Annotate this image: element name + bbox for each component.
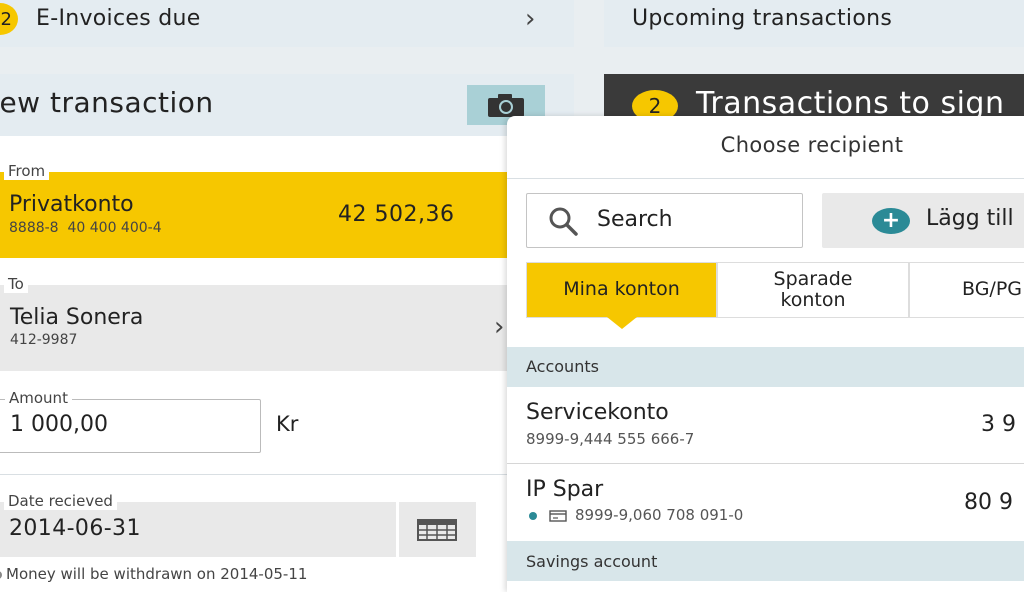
plus-icon: + [872, 208, 910, 234]
tab-pointer [607, 317, 637, 329]
chevron-right-icon: › [525, 4, 536, 34]
add-recipient-label: Lägg till [926, 206, 1014, 231]
section-accounts: Accounts [507, 347, 1024, 387]
amount-label: Amount [5, 389, 72, 407]
page-title: New transaction [0, 86, 214, 119]
search-icon [549, 207, 578, 236]
from-account-number: 8888-8 40 400 400-4 [9, 220, 162, 236]
amount-value: 1 000,00 [10, 412, 108, 437]
account-number: 8999-9,060 708 091-0 [575, 506, 744, 524]
account-amount: 80 9 [964, 490, 1013, 515]
from-label: From [4, 162, 50, 180]
account-amount: 3 9 [981, 412, 1016, 437]
date-label: Date recieved [4, 492, 117, 510]
from-account-name: Privatkonto [9, 192, 134, 217]
calendar-button[interactable] [399, 502, 476, 557]
form-divider [0, 474, 520, 475]
section-savings: Savings account [507, 541, 1024, 581]
add-recipient-button[interactable]: + Lägg till [822, 193, 1024, 248]
list-item-account[interactable]: IP Spar 8999-9,060 708 091-0 80 9 [507, 465, 1024, 541]
chevron-right-icon: › [494, 312, 505, 342]
date-value: 2014-06-31 [9, 516, 141, 541]
camera-icon [488, 94, 524, 117]
search-placeholder: Search [597, 207, 673, 232]
tab-sparade-konton-label: Sparade konton [773, 268, 853, 311]
to-account-number: 412-9987 [10, 332, 78, 348]
card-icon [549, 510, 567, 522]
panel-header-divider [507, 178, 1024, 179]
currency-label: Kr [276, 412, 299, 436]
upcoming-label: Upcoming transactions [632, 6, 893, 31]
withdrawal-note-text: Money will be withdrawn on 2014-05-11 [6, 565, 308, 583]
tab-mina-konton-label: Mina konton [563, 278, 680, 300]
tab-sparade-konton[interactable]: Sparade konton [717, 262, 909, 318]
tab-bg-pg[interactable]: BG/PG [909, 262, 1024, 318]
search-input[interactable]: Search [526, 193, 803, 248]
transaction-form: From Privatkonto 8888-8 40 400 400-4 42 … [0, 136, 574, 592]
einvoices-tile[interactable]: 2 E-Invoices due › [0, 0, 574, 47]
einvoices-label: E-Invoices due [36, 6, 201, 31]
panel-title: Choose recipient [720, 133, 904, 157]
upcoming-tile[interactable]: Upcoming transactions [604, 0, 1024, 47]
list-item-account[interactable]: Servicekonto 8999-9,444 555 666-7 3 9 [507, 387, 1024, 464]
new-transaction-header: New transaction [0, 74, 574, 136]
from-account-balance: 42 502,36 [338, 202, 455, 227]
choose-recipient-panel: Choose recipient Search + Lägg till Mina… [507, 116, 1024, 592]
info-dot-icon [0, 570, 2, 579]
account-name: Servicekonto [526, 400, 669, 425]
account-number: 8999-9,444 555 666-7 [526, 430, 695, 448]
to-account-name: Telia Sonera [10, 305, 144, 330]
account-name: IP Spar [526, 477, 604, 502]
withdrawal-note: Money will be withdrawn on 2014-05-11 [0, 565, 307, 583]
tab-bg-pg-label: BG/PG [962, 278, 1023, 300]
einvoices-badge: 2 [0, 3, 18, 35]
to-label: To [4, 275, 28, 293]
calendar-icon [417, 519, 457, 541]
status-dot-icon [529, 512, 537, 520]
tab-mina-konton[interactable]: Mina konton [526, 262, 717, 318]
section-accounts-label: Accounts [526, 357, 599, 376]
section-savings-label: Savings account [526, 552, 658, 571]
